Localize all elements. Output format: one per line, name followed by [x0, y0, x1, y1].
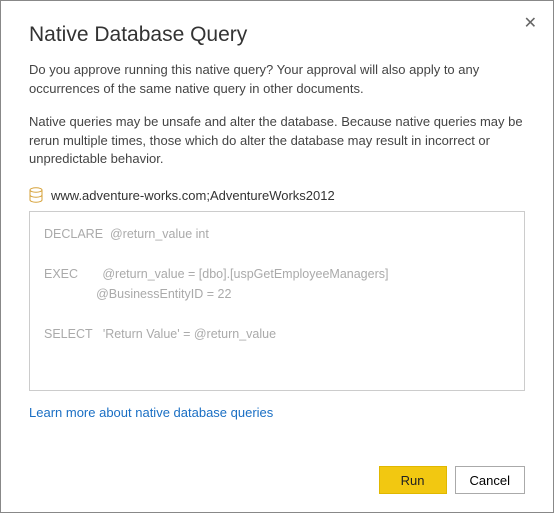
- run-button[interactable]: Run: [379, 466, 447, 494]
- close-button[interactable]: ✕: [520, 9, 541, 37]
- source-text: www.adventure-works.com;AdventureWorks20…: [51, 188, 335, 203]
- button-row: Run Cancel: [379, 466, 525, 494]
- source-row: www.adventure-works.com;AdventureWorks20…: [29, 187, 525, 203]
- dialog-content: Native Database Query Do you approve run…: [1, 1, 553, 440]
- query-preview: DECLARE @return_value int EXEC @return_v…: [29, 211, 525, 391]
- close-icon: ✕: [524, 15, 537, 32]
- dialog-description-1: Do you approve running this native query…: [29, 61, 525, 99]
- learn-more-link[interactable]: Learn more about native database queries: [29, 405, 273, 420]
- dialog-description-2: Native queries may be unsafe and alter t…: [29, 113, 525, 170]
- cancel-button[interactable]: Cancel: [455, 466, 525, 494]
- database-icon: [29, 187, 43, 203]
- dialog-title: Native Database Query: [29, 23, 525, 47]
